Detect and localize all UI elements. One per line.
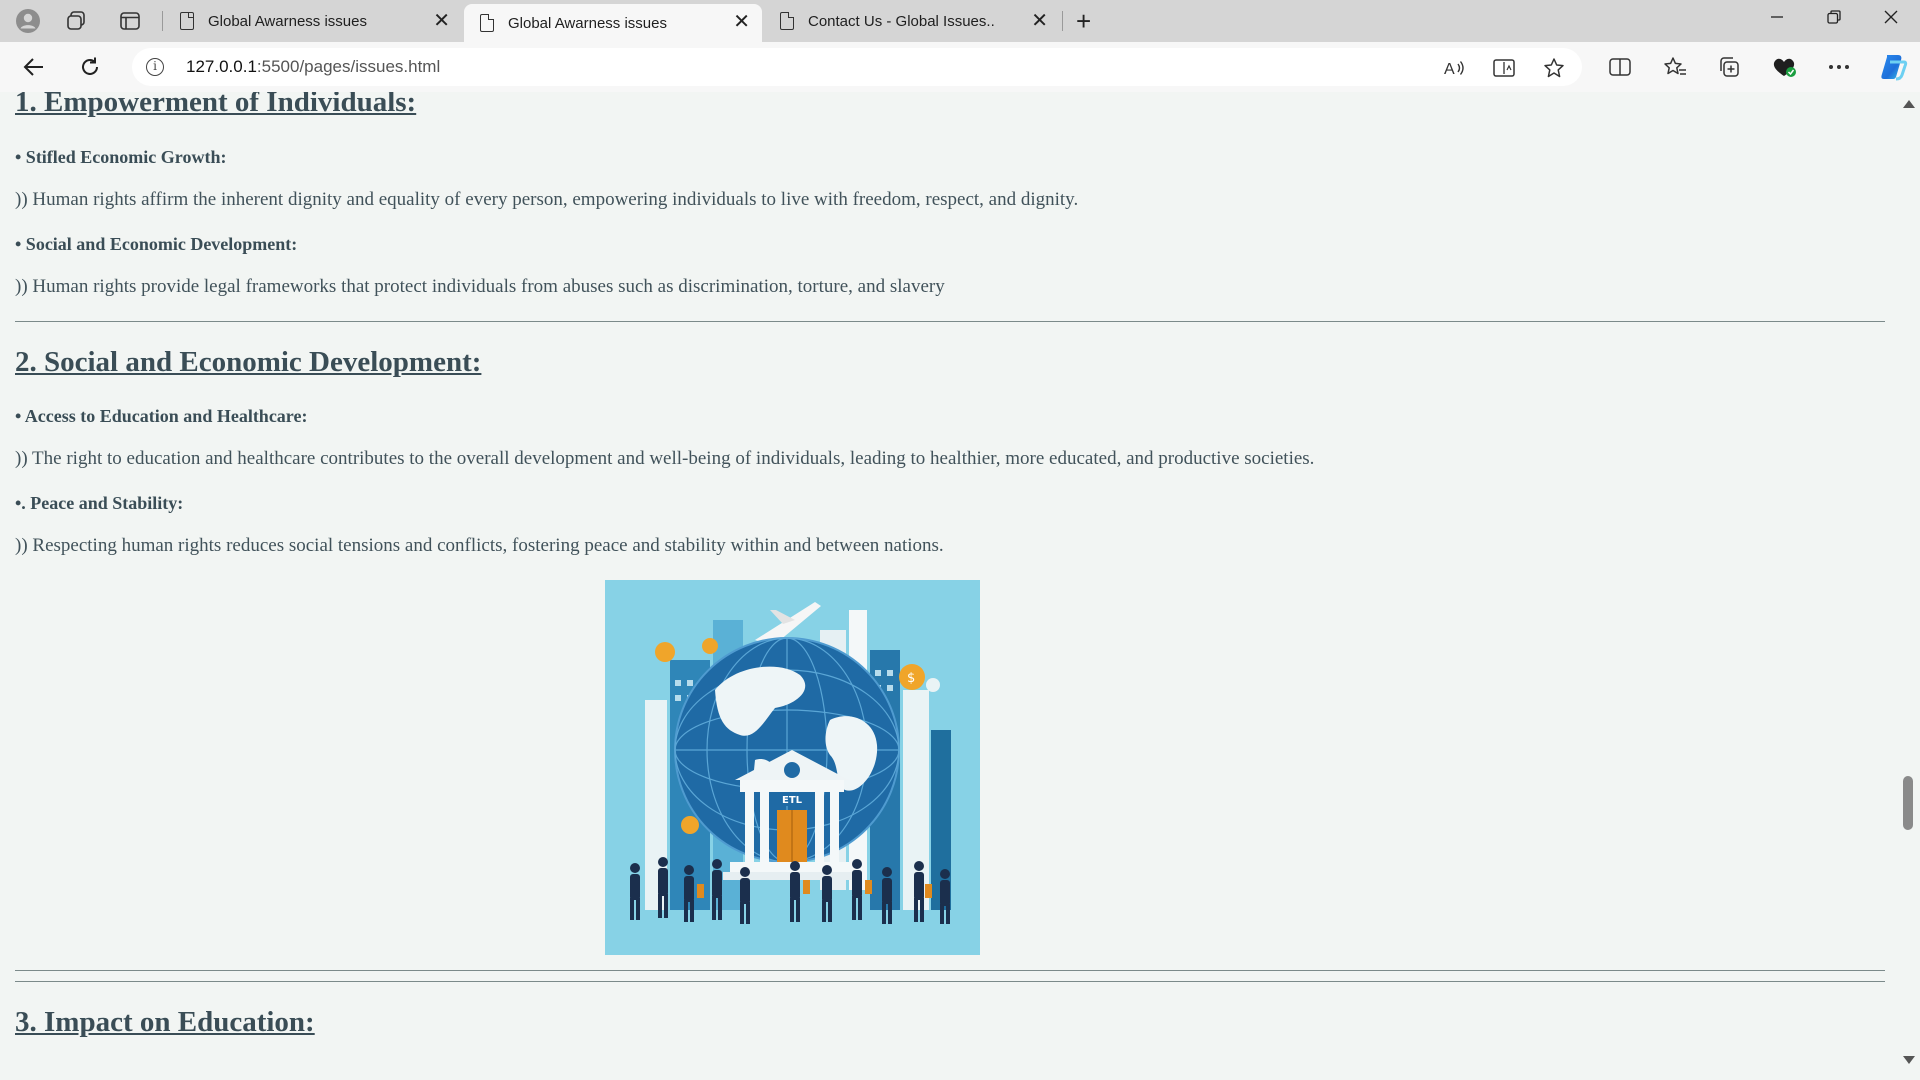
- read-aloud-icon[interactable]: A: [1443, 57, 1465, 79]
- svg-text:A: A: [1444, 61, 1455, 78]
- page-icon: [180, 12, 194, 30]
- building-sign: ETL: [782, 795, 803, 806]
- new-tab-button[interactable]: +: [1076, 8, 1091, 34]
- subhead-social-economic-development: • Social and Economic Development:: [15, 234, 298, 254]
- minimize-button[interactable]: [1762, 8, 1792, 29]
- browser-title-bar: Global Awarness issues ✕ Global Awarness…: [0, 0, 1920, 42]
- more-options-icon[interactable]: [1826, 55, 1852, 79]
- url-text[interactable]: 127.0.0.1:5500/pages/issues.html: [186, 57, 440, 77]
- scroll-down-arrow-icon[interactable]: [1903, 1056, 1915, 1064]
- paragraph-education-healthcare: )) The right to education and healthcare…: [15, 448, 1315, 469]
- subhead-education-healthcare: • Access to Education and Healthcare:: [15, 406, 308, 426]
- copilot-icon[interactable]: [1878, 53, 1908, 81]
- tab-title: Contact Us - Global Issues..: [808, 12, 995, 30]
- tab-separator: [162, 11, 163, 31]
- collections-icon[interactable]: [1716, 55, 1742, 79]
- close-icon[interactable]: ✕: [733, 12, 750, 32]
- favorite-star-icon[interactable]: [1543, 57, 1565, 79]
- paragraph-legal-frameworks: )) Human rights provide legal frameworks…: [15, 276, 945, 297]
- paragraph-peace-stability: )) Respecting human rights reduces socia…: [15, 535, 944, 556]
- browser-essentials-icon[interactable]: [1771, 55, 1797, 79]
- tab-title: Global Awarness issues: [508, 14, 667, 32]
- section-heading-social-economic: 2. Social and Economic Development:: [15, 346, 482, 378]
- browser-toolbar: i 127.0.0.1:5500/pages/issues.html A: [0, 42, 1920, 92]
- tab-separator: [1062, 11, 1063, 31]
- subhead-peace-stability: •. Peace and Stability:: [15, 493, 184, 513]
- refresh-button[interactable]: [76, 53, 104, 81]
- close-icon[interactable]: ✕: [1031, 11, 1048, 31]
- svg-text:$: $: [907, 671, 915, 686]
- restore-button[interactable]: [1819, 8, 1849, 29]
- section-divider: [15, 321, 1885, 322]
- tab-contact-us[interactable]: Contact Us - Global Issues.. ✕: [764, 0, 1060, 42]
- page-icon: [780, 12, 794, 30]
- profile-icon[interactable]: [16, 9, 40, 33]
- page-viewport: 1. Empowerment of Individuals: • Stifled…: [0, 92, 1898, 1080]
- section-heading-impact-education: 3. Impact on Education:: [15, 1006, 315, 1038]
- back-button[interactable]: [20, 53, 48, 81]
- global-development-illustration: $ ETL: [605, 580, 980, 955]
- tab-actions-icon[interactable]: [118, 9, 142, 33]
- scrollbar-thumb[interactable]: [1903, 776, 1913, 830]
- site-info-icon[interactable]: i: [146, 58, 164, 76]
- close-icon[interactable]: ✕: [433, 11, 450, 31]
- immersive-reader-icon[interactable]: [1493, 57, 1515, 79]
- split-screen-icon[interactable]: [1607, 55, 1633, 79]
- section-divider: [15, 970, 1885, 971]
- tab-title: Global Awarness issues: [208, 12, 367, 30]
- close-window-button[interactable]: [1876, 8, 1906, 29]
- url-host: 127.0.0.1: [186, 57, 257, 76]
- section-divider: [15, 981, 1885, 982]
- url-path: :5500/pages/issues.html: [256, 57, 441, 76]
- page-scrollbar[interactable]: [1898, 92, 1920, 1080]
- section-heading-empowerment: 1. Empowerment of Individuals:: [15, 92, 417, 118]
- scroll-up-arrow-icon[interactable]: [1903, 100, 1915, 108]
- tab-global-awareness-2[interactable]: Global Awarness issues ✕: [464, 4, 762, 42]
- paragraph-human-dignity: )) Human rights affirm the inherent dign…: [15, 189, 1079, 210]
- address-bar[interactable]: i 127.0.0.1:5500/pages/issues.html A: [132, 48, 1582, 86]
- workspaces-icon[interactable]: [64, 9, 88, 33]
- subhead-stifled-economic-growth: • Stifled Economic Growth:: [15, 147, 227, 167]
- favorites-icon[interactable]: [1662, 55, 1688, 79]
- tab-global-awareness-1[interactable]: Global Awarness issues ✕: [164, 0, 462, 42]
- page-icon: [480, 14, 494, 32]
